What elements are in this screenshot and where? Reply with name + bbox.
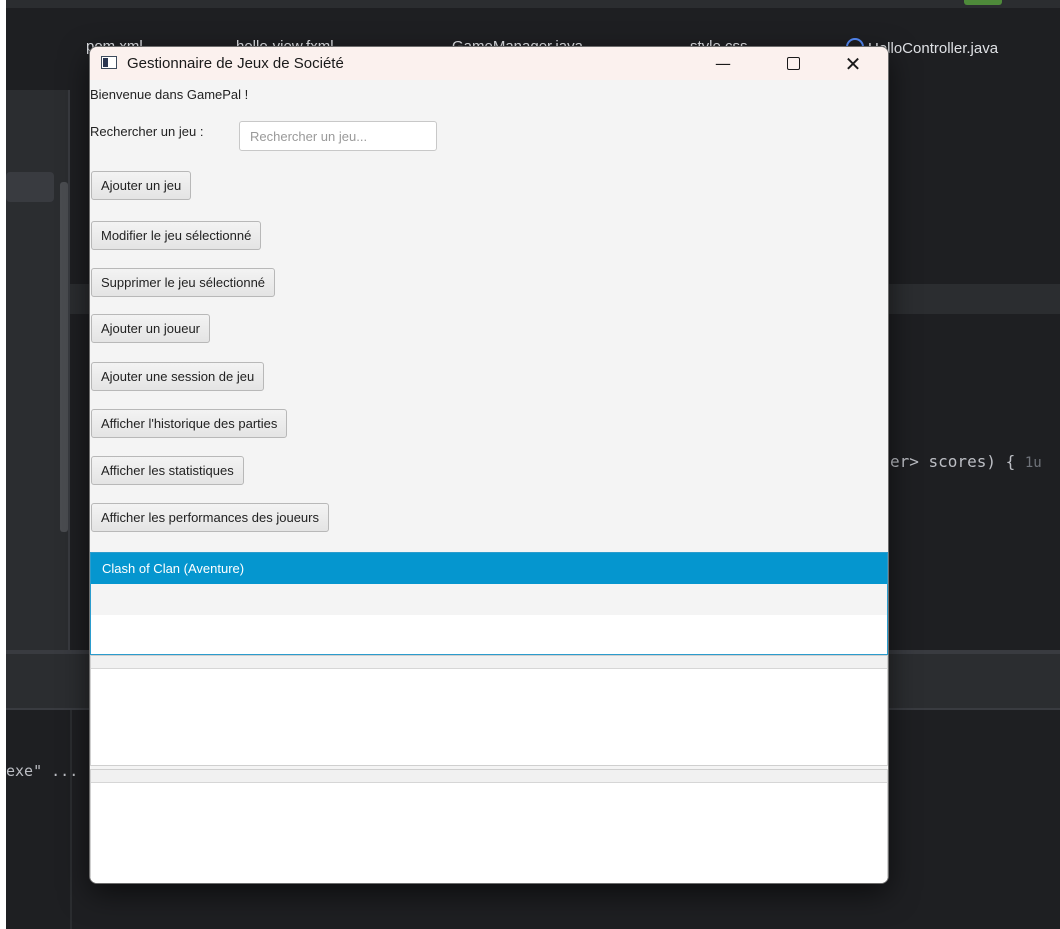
list-item[interactable]: Clash of Clan (Aventure) <box>91 553 887 584</box>
ide-project-panel <box>6 90 68 650</box>
maximize-icon <box>786 57 800 70</box>
minimize-icon: — <box>715 54 731 73</box>
search-input[interactable] <box>239 121 437 151</box>
add-player-button[interactable]: Ajouter un joueur <box>91 314 211 343</box>
show-stats-button[interactable]: Afficher les statistiques <box>91 456 244 485</box>
app-window-icon <box>101 56 117 69</box>
close-icon: ✕ <box>844 51 862 76</box>
show-history-button[interactable]: Afficher l'historique des parties <box>91 409 288 438</box>
ide-run-indicator <box>964 0 1002 5</box>
search-label: Rechercher un jeu : <box>90 124 204 139</box>
history-panel[interactable] <box>90 655 888 766</box>
title-bar[interactable]: Gestionnaire de Jeux de Société — ✕ <box>90 47 888 80</box>
window-title: Gestionnaire de Jeux de Société <box>127 55 344 72</box>
add-session-button[interactable]: Ajouter une session de jeu <box>91 362 265 391</box>
stats-panel-header <box>91 770 887 783</box>
ide-code-line: er> scores) { 1u <box>890 452 1042 471</box>
close-button[interactable]: ✕ <box>830 47 876 80</box>
ide-project-item[interactable] <box>6 172 54 202</box>
minimize-button[interactable]: — <box>700 47 746 80</box>
ide-top-strip <box>6 0 1060 8</box>
stats-panel[interactable] <box>90 769 888 883</box>
welcome-label: Bienvenue dans GamePal ! <box>90 87 249 102</box>
edit-game-button[interactable]: Modifier le jeu sélectionné <box>91 221 262 250</box>
show-performance-button[interactable]: Afficher les performances des joueurs <box>91 503 329 532</box>
delete-game-button[interactable]: Supprimer le jeu sélectionné <box>91 268 276 297</box>
empty-list-row[interactable] <box>91 584 887 615</box>
ide-scrollbar[interactable] <box>60 182 68 532</box>
ide-usage-hint: 1u <box>1024 455 1042 471</box>
game-list[interactable]: Clash of Clan (Aventure) <box>90 552 888 655</box>
add-game-button[interactable]: Ajouter un jeu <box>91 171 192 200</box>
ide-console-line: exe" ... <box>6 762 79 780</box>
ide-console-gutter <box>70 710 72 929</box>
ide-code-text: er> scores) { <box>890 452 1016 471</box>
ide-gutter <box>68 90 70 650</box>
maximize-button[interactable] <box>770 47 816 80</box>
history-panel-header <box>91 656 887 669</box>
app-window: Gestionnaire de Jeux de Société — ✕ Bien… <box>90 47 888 883</box>
